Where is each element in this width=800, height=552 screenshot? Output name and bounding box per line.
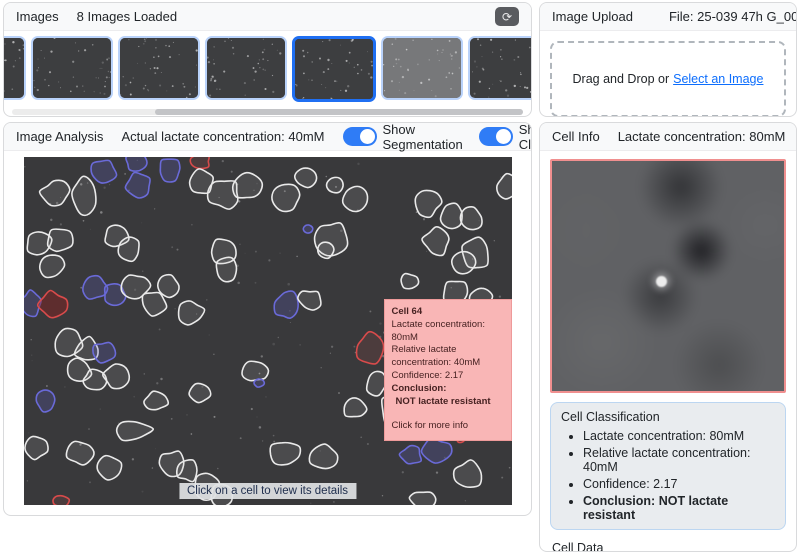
- tooltip-conclusion-value: NOT lactate resistant: [392, 396, 504, 409]
- cell-info-title: Cell Info: [552, 129, 600, 144]
- cell-lactate-label: Lactate concentration: 80mM: [618, 129, 786, 144]
- upload-panel-title: Image Upload: [552, 9, 633, 24]
- analysis-panel-title: Image Analysis: [16, 129, 103, 144]
- actual-lactate-label: Actual lactate concentration: 40mM: [121, 129, 324, 144]
- upload-dropzone[interactable]: Drag and Drop or Select an Image: [550, 41, 786, 117]
- classification-conclusion-list: Conclusion: NOT lactate resistant: [561, 494, 775, 522]
- cell-crop-image: [550, 159, 786, 393]
- cell-info-header: Cell Info Lactate concentration: 80mM #6…: [540, 123, 796, 151]
- list-item: Relative lactate concentration: 40mM: [583, 446, 775, 474]
- tooltip-cell-title: Cell 64: [392, 306, 504, 319]
- thumbnail-strip: [4, 31, 531, 102]
- image-thumbnail[interactable]: [118, 36, 200, 100]
- refresh-icon: ⟳: [502, 11, 512, 23]
- scrollbar-thumb[interactable]: [155, 109, 523, 115]
- tooltip-line: Confidence: 2.17: [392, 370, 504, 383]
- show-segmentation-toggle[interactable]: Show Segmentation: [343, 122, 463, 152]
- image-thumbnail[interactable]: [381, 36, 463, 100]
- thumbnail-scrollbar[interactable]: [12, 109, 523, 115]
- classification-list: Lactate concentration: 80mM Relative lact…: [561, 429, 775, 491]
- show-segmentation-label: Show Segmentation: [383, 122, 463, 152]
- images-panel-header: Images 8 Images Loaded ⟳: [4, 3, 531, 31]
- analysis-image-container: Cell 64 Lactate concentration: 80mM Rela…: [24, 157, 512, 505]
- toggle-on-icon[interactable]: [343, 127, 377, 146]
- analysis-panel-header: Image Analysis Actual lactate concentrat…: [4, 123, 531, 151]
- dropzone-text: Drag and Drop or: [573, 72, 670, 86]
- image-analysis-panel: Image Analysis Actual lactate concentrat…: [3, 122, 532, 516]
- tooltip-line: Relative lactate concentration: 40mM: [392, 344, 504, 370]
- image-thumbnail[interactable]: [4, 36, 26, 100]
- cell-tooltip[interactable]: Cell 64 Lactate concentration: 80mM Rela…: [384, 299, 512, 441]
- image-thumbnail[interactable]: [31, 36, 113, 100]
- conclusion-item: Conclusion: NOT lactate resistant: [583, 494, 775, 522]
- cell-classification-card: Cell Classification Lactate concentratio…: [550, 402, 786, 530]
- image-thumbnail[interactable]: [205, 36, 287, 100]
- image-thumbnail[interactable]: [468, 36, 531, 100]
- cell-crop-texture: [550, 159, 786, 393]
- images-panel-title: Images: [16, 9, 59, 24]
- images-loaded-status: 8 Images Loaded: [77, 9, 177, 24]
- analysis-toggles: Show Segmentation Show Classification: [343, 122, 533, 152]
- image-thumbnail[interactable]: [292, 36, 376, 102]
- show-classification-toggle[interactable]: Show Classification: [479, 122, 532, 152]
- cell-data-title: Cell Data: [552, 541, 784, 552]
- images-panel: Images 8 Images Loaded ⟳: [3, 2, 532, 117]
- upload-panel-header: Image Upload File: 25-039 47h G_0007_Tra…: [540, 3, 796, 31]
- list-item: Lactate concentration: 80mM: [583, 429, 775, 443]
- classification-title: Cell Classification: [561, 410, 775, 424]
- cell-info-panel: Cell Info Lactate concentration: 80mM #6…: [539, 122, 797, 552]
- show-classification-label: Show Classification: [519, 122, 532, 152]
- toggle-on-icon[interactable]: [479, 127, 513, 146]
- tooltip-line: Lactate concentration: 80mM: [392, 319, 504, 345]
- select-image-link[interactable]: Select an Image: [673, 72, 763, 86]
- refresh-button[interactable]: ⟳: [495, 7, 519, 26]
- tooltip-conclusion-label: Conclusion:: [392, 383, 504, 396]
- tooltip-click-hint: Click for more info: [392, 420, 504, 433]
- current-file-label: File: 25-039 47h G_0007_Trans.tiff: [669, 9, 797, 24]
- image-upload-panel: Image Upload File: 25-039 47h G_0007_Tra…: [539, 2, 797, 117]
- image-caption: Click on a cell to view its details: [179, 483, 356, 499]
- list-item: Confidence: 2.17: [583, 477, 775, 491]
